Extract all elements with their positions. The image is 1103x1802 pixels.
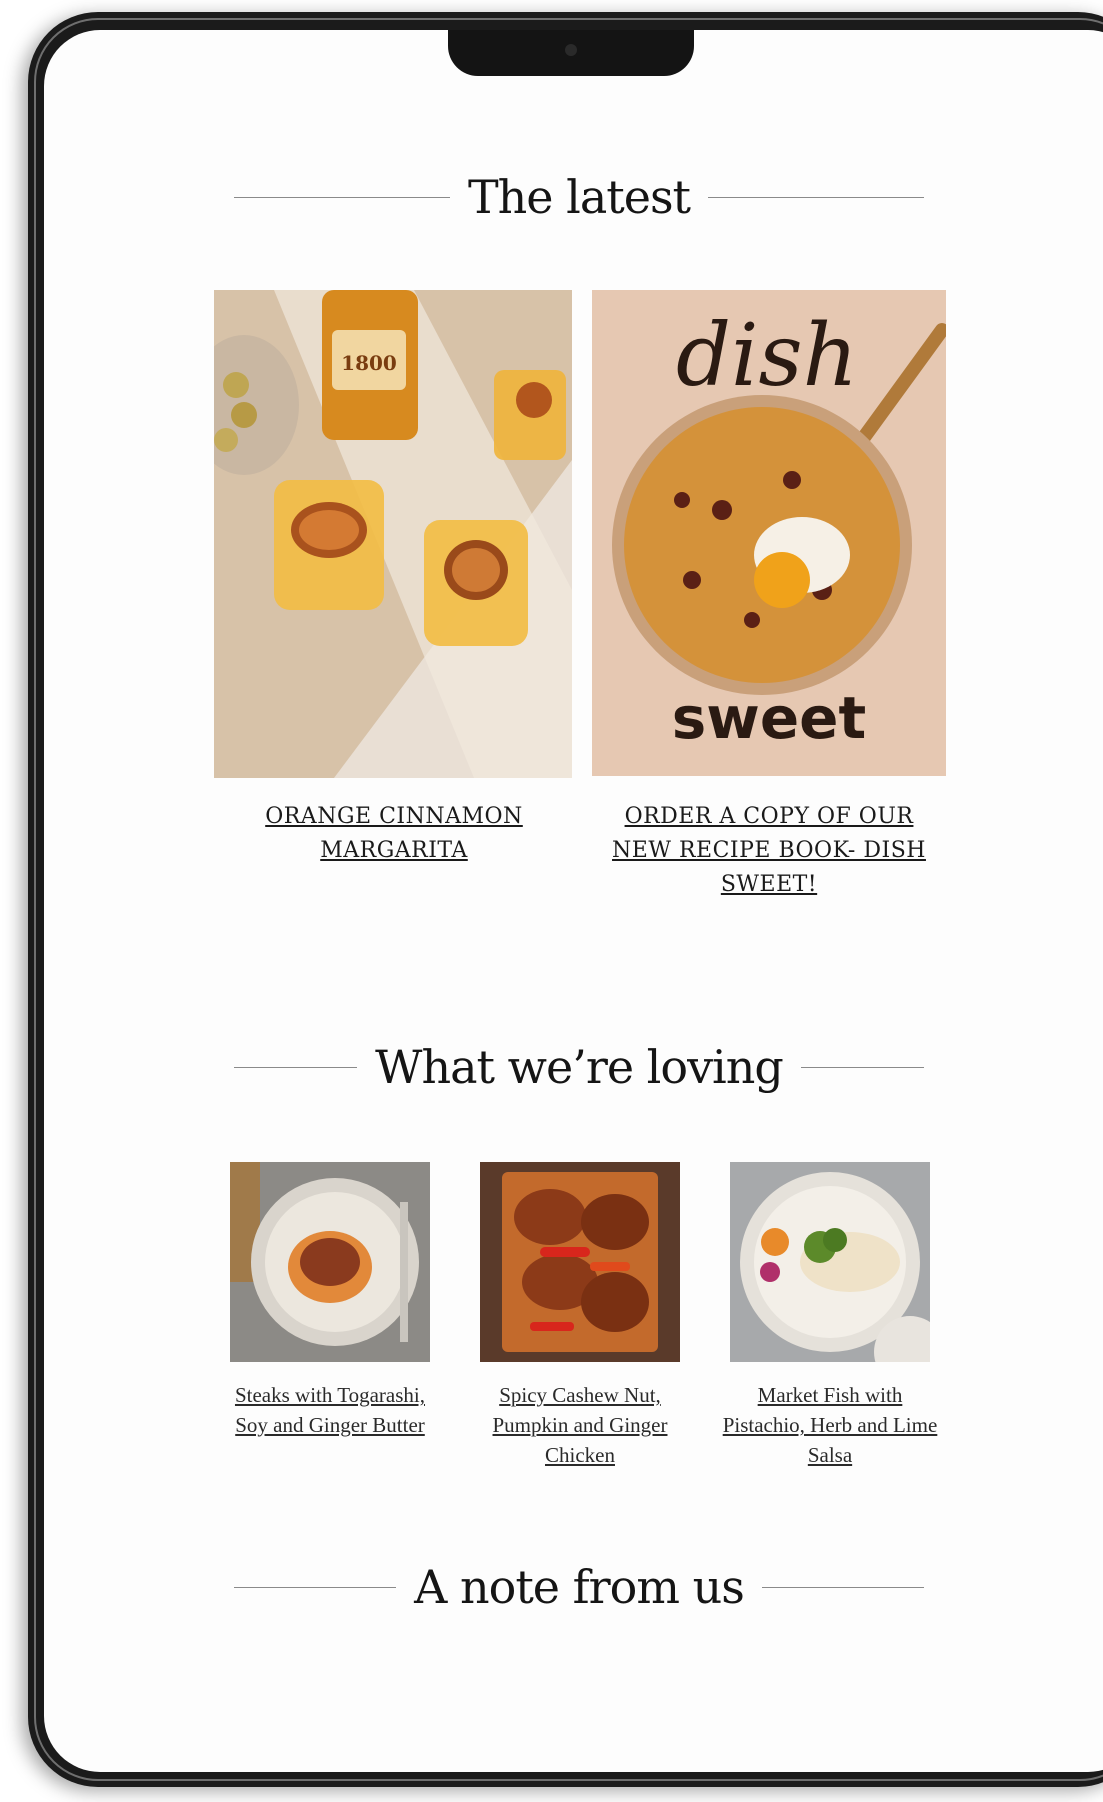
email-screen: The latest 1800 dish sweet ORANGE CINNAM… bbox=[44, 30, 1103, 1772]
fish-link[interactable]: Market Fish with Pistachio, Herb and Lim… bbox=[720, 1380, 940, 1470]
margarita-image[interactable]: 1800 bbox=[214, 290, 572, 778]
section-title-latest: The latest bbox=[467, 170, 691, 224]
heading-rule-right bbox=[708, 196, 924, 198]
bottle-label: 1800 bbox=[341, 351, 397, 375]
fish-dish-image[interactable] bbox=[730, 1162, 930, 1362]
section-heading-latest: The latest bbox=[234, 170, 924, 224]
heading-rule-left bbox=[234, 1066, 358, 1068]
camera-notch bbox=[448, 30, 694, 76]
chicken-link[interactable]: Spicy Cashew Nut, Pumpkin and Ginger Chi… bbox=[470, 1380, 690, 1470]
dish-sweet-book-image[interactable]: dish sweet bbox=[592, 290, 946, 776]
steak-dish-image[interactable] bbox=[230, 1162, 430, 1362]
heading-rule-right bbox=[761, 1586, 924, 1588]
section-heading-loving: What we’re loving bbox=[234, 1040, 925, 1094]
book-cover-title: dish bbox=[676, 306, 858, 406]
section-title-note: A note from us bbox=[414, 1560, 745, 1614]
section-heading-note: A note from us bbox=[234, 1560, 924, 1614]
recipe-book-link[interactable]: ORDER A COPY OF OUR NEW RECIPE BOOK- DIS… bbox=[599, 800, 939, 902]
heading-rule-left bbox=[234, 196, 450, 198]
steaks-link[interactable]: Steaks with Togarashi, Soy and Ginger Bu… bbox=[220, 1380, 440, 1440]
heading-rule-left bbox=[234, 1586, 397, 1588]
heading-rule-right bbox=[800, 1066, 925, 1068]
margarita-link[interactable]: ORANGE CINNAMON MARGARITA bbox=[249, 800, 539, 868]
chicken-dish-image[interactable] bbox=[480, 1162, 680, 1362]
camera-icon bbox=[565, 44, 577, 56]
book-cover-subtitle: sweet bbox=[672, 684, 867, 752]
section-title-loving: What we’re loving bbox=[375, 1040, 784, 1094]
